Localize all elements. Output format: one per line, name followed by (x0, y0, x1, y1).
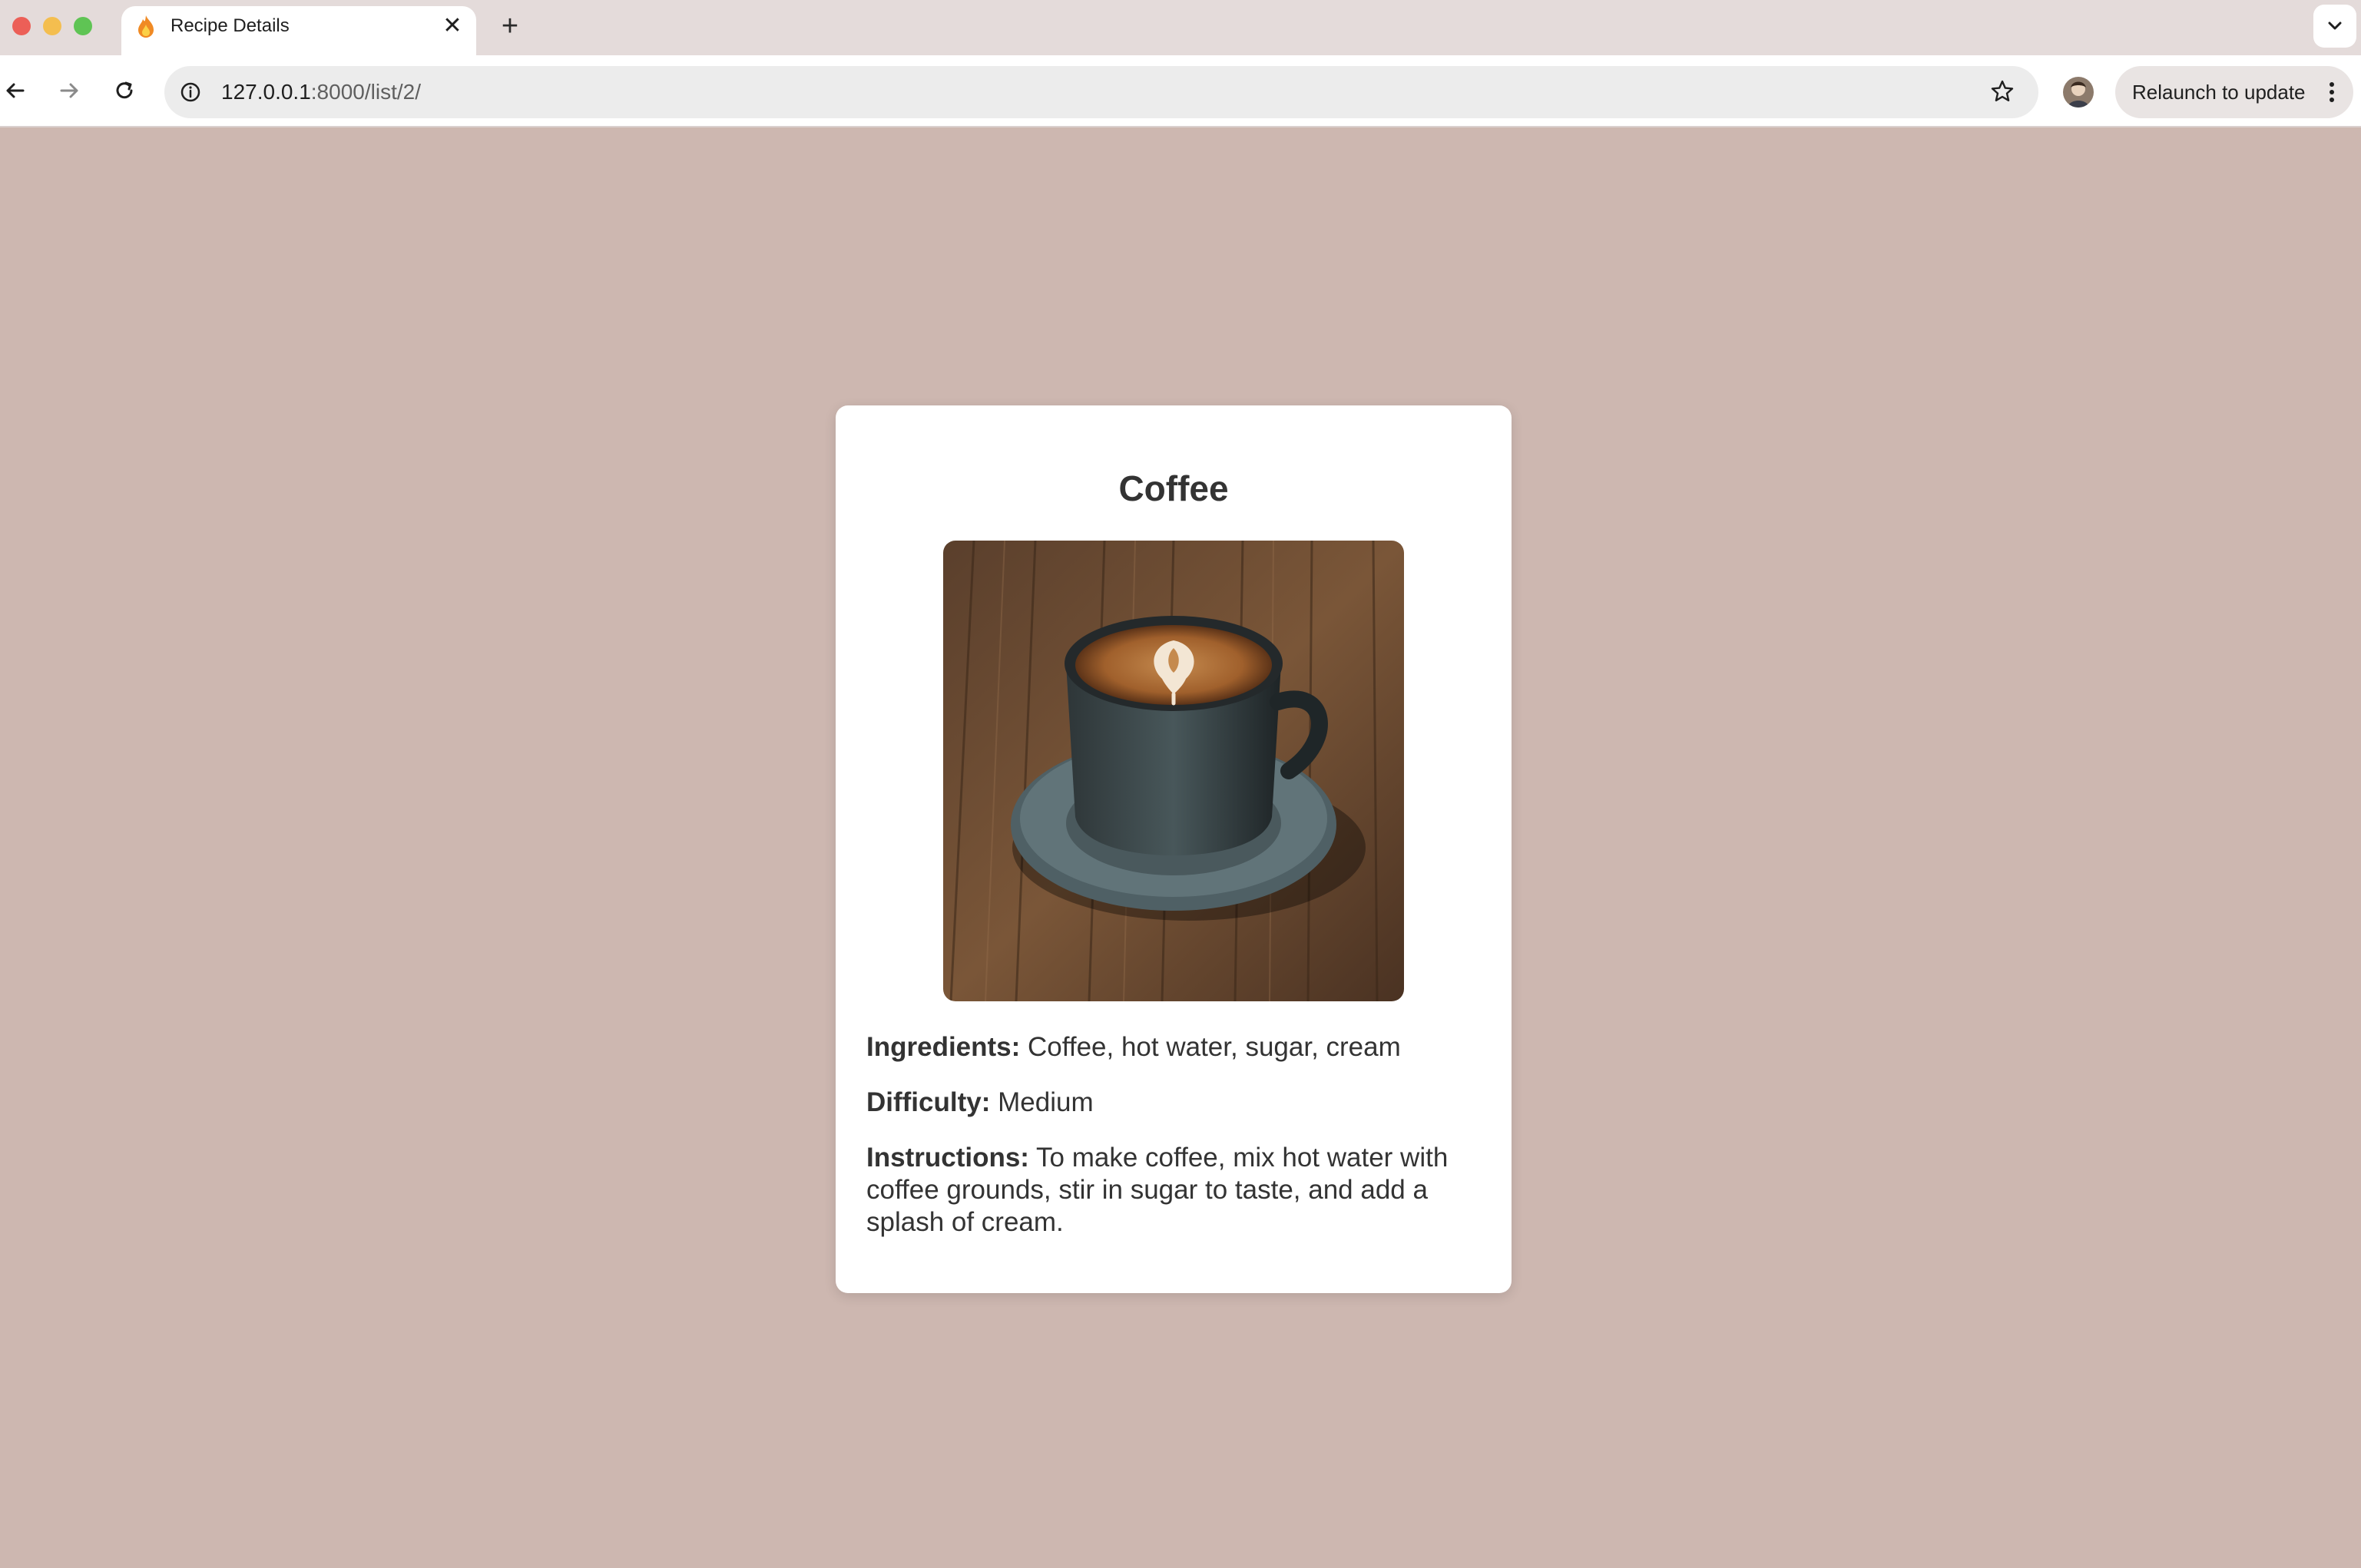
forward-arrow-icon[interactable] (55, 77, 83, 104)
instructions-label: Instructions: (866, 1143, 1029, 1173)
url-host: 127.0.0.1 (221, 80, 311, 104)
address-bar[interactable] (164, 66, 2038, 118)
star-icon[interactable] (1989, 78, 2015, 104)
tab-search-button[interactable] (2313, 5, 2356, 48)
ingredients-text: Ingredients: Coffee, hot water, sugar, c… (866, 1031, 1481, 1064)
difficulty-label: Difficulty: (866, 1087, 991, 1117)
ingredients-label: Ingredients: (866, 1032, 1021, 1062)
instructions-text: Instructions: To make coffee, mix hot wa… (866, 1142, 1481, 1239)
maximize-window-button[interactable] (74, 17, 92, 35)
flame-icon (138, 15, 154, 38)
tab-close-button[interactable]: ✕ (441, 15, 464, 38)
ingredients-value: Coffee, hot water, sugar, cream (1028, 1032, 1401, 1062)
tab-title: Recipe Details (171, 15, 290, 36)
minimize-window-button[interactable] (43, 17, 61, 35)
recipe-image (943, 541, 1404, 1001)
difficulty-value: Medium (998, 1087, 1094, 1117)
reload-icon[interactable] (111, 77, 138, 104)
coffee-cup-photo (943, 541, 1404, 1001)
info-icon[interactable] (178, 80, 203, 104)
new-tab-button[interactable]: + (496, 12, 524, 41)
kebab-menu-icon[interactable] (2324, 78, 2339, 106)
close-window-button[interactable] (12, 17, 31, 35)
avatar-image (2063, 77, 2094, 108)
back-arrow-icon[interactable] (2, 77, 29, 104)
chevron-down-icon (2328, 22, 2342, 30)
recipe-title: Coffee (1118, 468, 1229, 508)
profile-avatar[interactable] (2063, 77, 2094, 108)
difficulty-text: Difficulty: Medium (866, 1087, 1481, 1119)
relaunch-label: Relaunch to update (2132, 81, 2306, 104)
url-path: :8000/list/2/ (310, 80, 421, 104)
url-text[interactable]: 127.0.0.1:8000/list/2/ (221, 77, 421, 108)
